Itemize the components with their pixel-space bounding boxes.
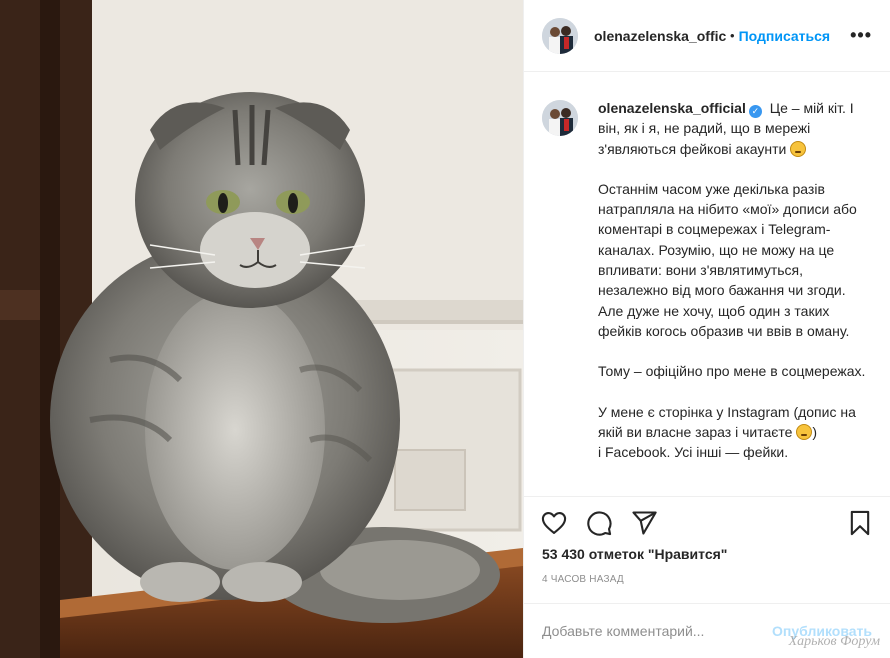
- likes-count[interactable]: 53 430 отметок "Нравится": [542, 546, 727, 562]
- verified-badge-icon: ✓: [748, 105, 762, 118]
- heart-icon[interactable]: [540, 509, 568, 537]
- caption-paragraph-end: ): [812, 423, 817, 440]
- comment-input[interactable]: [542, 623, 773, 639]
- avatar-image: [542, 17, 578, 54]
- angry-face-emoji-icon: [790, 140, 807, 157]
- comment-icon[interactable]: [585, 509, 613, 537]
- caption-paragraph-text: У мене є сторінка у Instagram (допис на …: [598, 403, 856, 440]
- smiling-face-emoji-icon: [796, 423, 813, 440]
- follow-button[interactable]: Подписаться: [739, 28, 831, 44]
- caption-row: olenazelenska_official ✓ Це – мій кіт. І …: [542, 98, 872, 462]
- post-photo[interactable]: [0, 0, 523, 658]
- action-bar: [524, 496, 890, 548]
- bookmark-icon[interactable]: [846, 509, 874, 537]
- caption-paragraph-instagram: У мене є сторінка у Instagram (допис на …: [598, 402, 868, 443]
- caption-paragraph: Тому – офіційно про мене в соцмережах.: [598, 363, 866, 380]
- cat-photo-illustration: [0, 0, 523, 658]
- post-timestamp[interactable]: 4 ЧАСОВ НАЗАД: [542, 574, 624, 585]
- share-icon[interactable]: [630, 509, 658, 537]
- avatar[interactable]: [542, 17, 578, 54]
- more-options-icon[interactable]: •••: [850, 25, 872, 46]
- caption-avatar[interactable]: [542, 100, 578, 136]
- caption-username[interactable]: olenazelenska_official: [598, 100, 746, 116]
- caption-scroll-area[interactable]: olenazelenska_official ✓ Це – мій кіт. І …: [524, 72, 890, 496]
- caption-text: olenazelenska_official ✓ Це – мій кіт. І …: [598, 98, 868, 462]
- post-side-panel: olenazelenska_offic • Подписаться ••• ol…: [523, 0, 890, 658]
- caption-paragraph: Останнім часом уже декілька разів натрап…: [598, 180, 857, 339]
- header-username[interactable]: olenazelenska_offic: [594, 28, 726, 44]
- post-header: olenazelenska_offic • Подписаться •••: [524, 0, 890, 72]
- watermark: Харьков Форум: [788, 634, 880, 649]
- avatar-image: [542, 100, 578, 136]
- caption-paragraph-cutoff: і Facebook. Усі інші — фейки.: [598, 444, 789, 461]
- separator-dot: •: [730, 28, 735, 43]
